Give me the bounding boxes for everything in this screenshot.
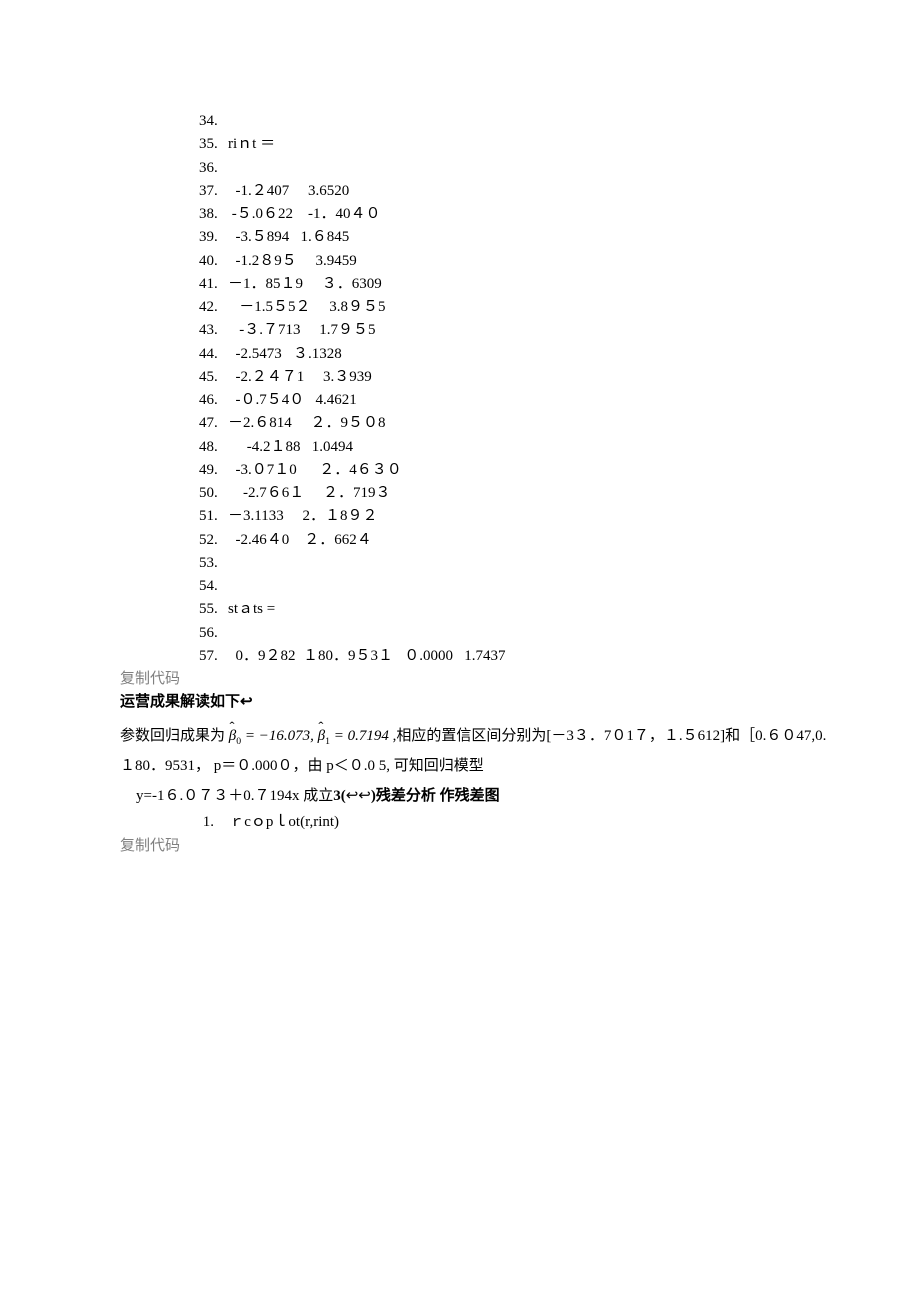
para3-bold2: )残差分析 作残差图 [371, 788, 500, 804]
para1-prefix: 参数回归成果为 [120, 728, 229, 744]
code-line: stａts = [224, 598, 275, 621]
para3-bold: 3( [333, 788, 346, 804]
code-line: －1.5５5２ 3.8９５5 [224, 296, 386, 319]
para2: １80．9531， p＝０.000０，由 p＜０.0 5, 可知回归模型 [120, 751, 870, 781]
code-line: 0．9２82 １80．9５3１ ０.0000 1.7437 [224, 645, 506, 668]
regression-formula: ˆβ0 = −16.073, ˆβ1 = 0.7194 [229, 721, 389, 752]
result-heading: 运营成果解读如下 [120, 694, 240, 710]
code-line: -2.46４0 ２．662４ [224, 529, 372, 552]
return-icon: ↩↩ [346, 788, 371, 804]
code-line: ｒcｏpｌot(r,rint) [214, 811, 339, 834]
code-line: -2.5473 ３.1328 [224, 343, 342, 366]
copy-code-label: 复制代码 [120, 835, 870, 858]
code-line: －3.1133 2．１8９２ [224, 505, 377, 528]
list-number: 1. [180, 811, 214, 834]
para3-prefix: y=-1６.０７３＋0.７194x 成立 [136, 788, 333, 804]
para1-suffix: ,相应的置信区间分别为[－3３．7０1７，１.５612]和［0.６０47,0. [393, 728, 827, 744]
code-line: －2.６814 ２．9５０8 [224, 412, 386, 435]
code-line: -4.2１88 1.0494 [224, 436, 353, 459]
code-line: -1.2８9５ 3.9459 [224, 250, 357, 273]
code-line: -1.２407 3.6520 [224, 180, 349, 203]
code-line: -2.7６6１ ２．719３ [224, 482, 391, 505]
code-line: -3.５894 1.６845 [224, 226, 349, 249]
code-line: -３.７713 1.7９５5 [224, 319, 376, 342]
code-line: -０.7５4０ 4.4621 [224, 389, 357, 412]
return-icon: ↩ [240, 694, 253, 710]
code-line: -3.０7１0 ２．4６３０ [224, 459, 402, 482]
code-line: riｎt ＝ [224, 133, 275, 156]
code-line: -2.２４７1 3.３939 [224, 366, 372, 389]
copy-code-label: 复制代码 [120, 668, 870, 691]
code-line: -５.0６22 -1．40４０ [224, 203, 381, 226]
code-line: －1．85１9 ３．6309 [224, 273, 382, 296]
